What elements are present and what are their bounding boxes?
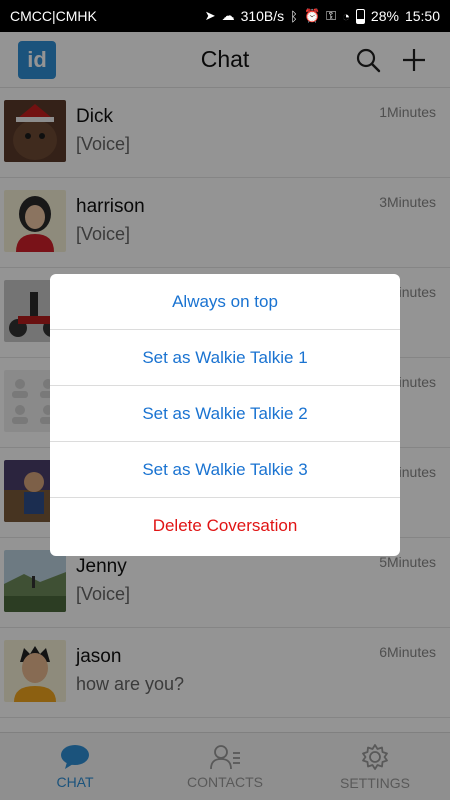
clock: 15:50 [404, 8, 440, 24]
cloud-icon: ☁ [221, 8, 235, 23]
location-icon: ➤ [204, 8, 216, 23]
key-icon: ⚿ [326, 8, 337, 23]
menu-item-walkie-talkie-3[interactable]: Set as Walkie Talkie 3 [50, 442, 400, 498]
battery-icon [355, 8, 365, 24]
menu-item-delete-conversation[interactable]: Delete Coversation [50, 498, 400, 554]
menu-item-walkie-talkie-2[interactable]: Set as Walkie Talkie 2 [50, 386, 400, 442]
context-menu-dialog: Always on top Set as Walkie Talkie 1 Set… [50, 274, 400, 556]
menu-item-always-on-top[interactable]: Always on top [50, 274, 400, 330]
wifi-icon: ◔ [342, 8, 350, 24]
alarm-icon: ⏰ [303, 8, 321, 23]
status-bar: CMCC|CMHK ➤ ☁ 310B/s ᛒ ⏰ ⚿ ◔ 28% 15:50 [0, 0, 450, 32]
menu-item-walkie-talkie-1[interactable]: Set as Walkie Talkie 1 [50, 330, 400, 386]
battery-level: 28% [370, 8, 399, 24]
network-speed: 310B/s [240, 8, 285, 24]
bluetooth-icon: ᛒ [290, 8, 298, 24]
carrier-label: CMCC|CMHK [10, 8, 97, 24]
